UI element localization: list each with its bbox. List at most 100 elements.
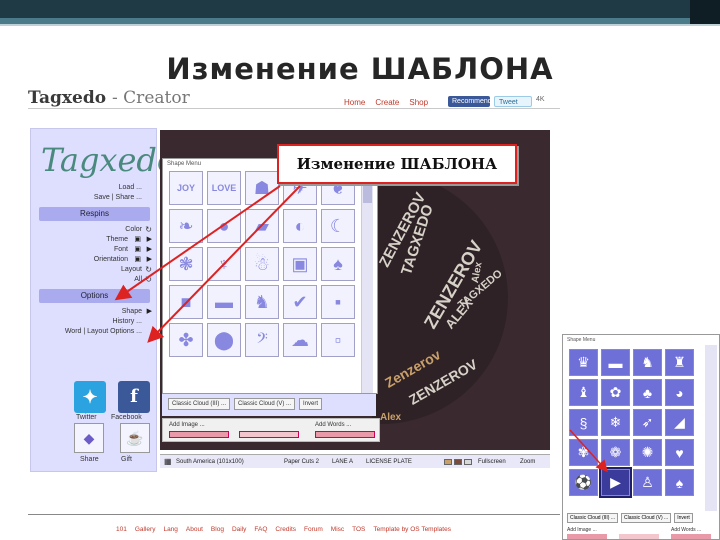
facebook-icon[interactable]: f bbox=[118, 381, 150, 413]
shape-bass-clef-icon[interactable]: 𝄢 bbox=[245, 323, 279, 357]
play-icon[interactable]: ▶ bbox=[147, 255, 152, 265]
inset-drop-zone[interactable] bbox=[567, 534, 607, 539]
shape-bird2-icon[interactable]: ♆ bbox=[207, 247, 241, 281]
shape-rectangle-icon[interactable]: ▬ bbox=[601, 349, 630, 376]
shape-speech-bubble-icon[interactable]: ▬ bbox=[207, 285, 241, 319]
footer-link[interactable]: About bbox=[186, 526, 203, 533]
add-image-drop-zone[interactable] bbox=[169, 431, 229, 438]
refresh-icon[interactable]: ↻ bbox=[145, 225, 152, 235]
zoom-button[interactable]: Zoom bbox=[520, 455, 535, 469]
map-icon[interactable]: ▦ bbox=[164, 455, 172, 469]
twitter-bird-icon[interactable]: ✦ bbox=[74, 381, 106, 413]
shape-apple-icon[interactable]: ● bbox=[207, 209, 241, 243]
lock-icon[interactable]: ▣ bbox=[134, 245, 141, 255]
shape-check-icon[interactable]: ✔ bbox=[283, 285, 317, 319]
shape-snowman-icon[interactable]: ☃ bbox=[245, 247, 279, 281]
status-layout[interactable]: LANE A bbox=[332, 455, 353, 469]
refresh-icon[interactable]: ↻ bbox=[145, 265, 152, 275]
shape-figure-icon[interactable]: ♙ bbox=[633, 469, 662, 496]
respin-theme[interactable]: Theme ▣ ▶ bbox=[31, 235, 158, 245]
shape-joy[interactable]: JOY bbox=[169, 171, 203, 205]
shape-blank3-icon[interactable]: ▫ bbox=[321, 323, 355, 357]
shape-cat-icon[interactable]: ❃ bbox=[169, 247, 203, 281]
respin-orientation[interactable]: Orientation ▣ ▶ bbox=[31, 255, 158, 265]
shape-blank2-icon[interactable]: ▪ bbox=[321, 285, 355, 319]
status-font[interactable]: Paper Cuts 2 bbox=[284, 455, 319, 469]
tweet-button[interactable]: Tweet bbox=[494, 96, 532, 107]
option-word-layout[interactable]: Word | Layout Options ... bbox=[31, 327, 158, 337]
fullscreen-button[interactable]: Fullscreen bbox=[478, 455, 506, 469]
facebook-recommend-button[interactable]: Recommend bbox=[448, 96, 492, 107]
shape-leaf-icon[interactable]: ❧ bbox=[169, 209, 203, 243]
inset-scrollbar[interactable] bbox=[705, 345, 717, 511]
inset-classic-cloud-3-button[interactable]: Classic Cloud (III) ... bbox=[567, 513, 619, 523]
sidebar-item-load[interactable]: Load ... bbox=[31, 183, 158, 193]
footer-link[interactable]: Daily bbox=[232, 526, 246, 533]
respin-all[interactable]: All ↻ bbox=[31, 275, 158, 285]
classic-cloud-3-button[interactable]: Classic Cloud (III) ... bbox=[168, 398, 231, 410]
shape-bus-icon[interactable]: ▣ bbox=[283, 247, 317, 281]
shape-bird-icon[interactable]: ➶ bbox=[633, 409, 662, 436]
play-icon[interactable]: ▶ bbox=[147, 245, 152, 255]
shape-banana-icon[interactable]: ☾ bbox=[321, 209, 355, 243]
shape-duck-icon[interactable]: ♣ bbox=[633, 379, 662, 406]
inset-drop-zone[interactable] bbox=[671, 534, 711, 539]
gift-mug-icon[interactable]: ☕ bbox=[120, 423, 150, 453]
add-words-button[interactable]: Add Words ... bbox=[315, 422, 351, 428]
shape-cat-sitting-icon[interactable]: ♞ bbox=[245, 285, 279, 319]
invert-button[interactable]: Invert bbox=[299, 398, 323, 410]
play-icon[interactable]: ▶ bbox=[147, 307, 152, 317]
respin-layout[interactable]: Layout ↻ bbox=[31, 265, 158, 275]
inset-invert-button[interactable]: Invert bbox=[674, 513, 693, 523]
shape-cloud-icon[interactable]: ☁ bbox=[283, 323, 317, 357]
lock-icon[interactable]: ▣ bbox=[134, 255, 141, 265]
footer-link[interactable]: Misc bbox=[331, 526, 344, 533]
shape-map-icon[interactable]: ▰ bbox=[245, 209, 279, 243]
option-shape[interactable]: Shape ▶ bbox=[31, 307, 158, 317]
shape-silhouette-icon[interactable]: ☗ bbox=[245, 171, 279, 205]
shape-frog-icon[interactable]: ♥ bbox=[665, 439, 694, 466]
shape-menu-scrollbar[interactable] bbox=[361, 171, 373, 393]
nav-shop[interactable]: Shop bbox=[409, 98, 428, 107]
footer-link[interactable]: 101 bbox=[116, 526, 127, 533]
status-theme[interactable]: LICENSE PLATE bbox=[366, 455, 412, 469]
refresh-icon[interactable]: ↻ bbox=[145, 275, 152, 285]
shape-blank-icon[interactable]: ■ bbox=[169, 285, 203, 319]
shape-shoe-icon[interactable]: ◢ bbox=[665, 409, 694, 436]
add-words-drop-zone[interactable] bbox=[315, 431, 375, 438]
classic-cloud-5-button[interactable]: Classic Cloud (V) ... bbox=[234, 398, 296, 410]
share-cube-icon[interactable]: ◆ bbox=[74, 423, 104, 453]
shape-love[interactable]: LOVE bbox=[207, 171, 241, 205]
shape-play-icon[interactable]: ▶ bbox=[601, 469, 630, 496]
shape-seahorse-icon[interactable]: § bbox=[569, 409, 598, 436]
nav-home[interactable]: Home bbox=[344, 98, 365, 107]
shape-parrot-icon[interactable]: ♠ bbox=[665, 469, 694, 496]
shape-crown-icon[interactable]: ♛ bbox=[569, 349, 598, 376]
shape-deer-icon[interactable]: ♞ bbox=[633, 349, 662, 376]
inset-drop-zone[interactable] bbox=[619, 534, 659, 539]
lock-icon[interactable]: ▣ bbox=[134, 235, 141, 245]
respin-font[interactable]: Font ▣ ▶ bbox=[31, 245, 158, 255]
inset-add-words-button[interactable]: Add Words ... bbox=[671, 527, 701, 533]
footer-link[interactable]: Blog bbox=[211, 526, 224, 533]
respin-color[interactable]: Color ↻ bbox=[31, 225, 158, 235]
footer-link[interactable]: FAQ bbox=[254, 526, 267, 533]
status-shape[interactable]: South America (101x100) bbox=[176, 455, 244, 469]
footer-link[interactable]: Credits bbox=[275, 526, 296, 533]
shape-turtle-icon[interactable]: ❁ bbox=[601, 439, 630, 466]
shape-ball-icon[interactable]: ⚽ bbox=[569, 469, 598, 496]
shape-china-map-icon[interactable]: ✤ bbox=[169, 323, 203, 357]
shape-flower-icon[interactable]: ✿ bbox=[601, 379, 630, 406]
footer-link[interactable]: Gallery bbox=[135, 526, 156, 533]
footer-link[interactable]: Lang bbox=[163, 526, 177, 533]
inset-add-image-button[interactable]: Add Image ... bbox=[567, 527, 597, 533]
shape-rooster-icon[interactable]: ♝ bbox=[569, 379, 598, 406]
shape-mouse-icon[interactable]: ◕ bbox=[665, 379, 694, 406]
footer-link[interactable]: Forum bbox=[304, 526, 323, 533]
shape-fish-icon[interactable]: ◐ bbox=[283, 209, 317, 243]
shape-circle-icon[interactable]: ⬤ bbox=[207, 323, 241, 357]
add-image-button[interactable]: Add Image ... bbox=[169, 422, 205, 428]
shape-flower2-icon[interactable]: ✾ bbox=[569, 439, 598, 466]
shape-snowflake-icon[interactable]: ❄ bbox=[601, 409, 630, 436]
nav-create[interactable]: Create bbox=[375, 98, 399, 107]
